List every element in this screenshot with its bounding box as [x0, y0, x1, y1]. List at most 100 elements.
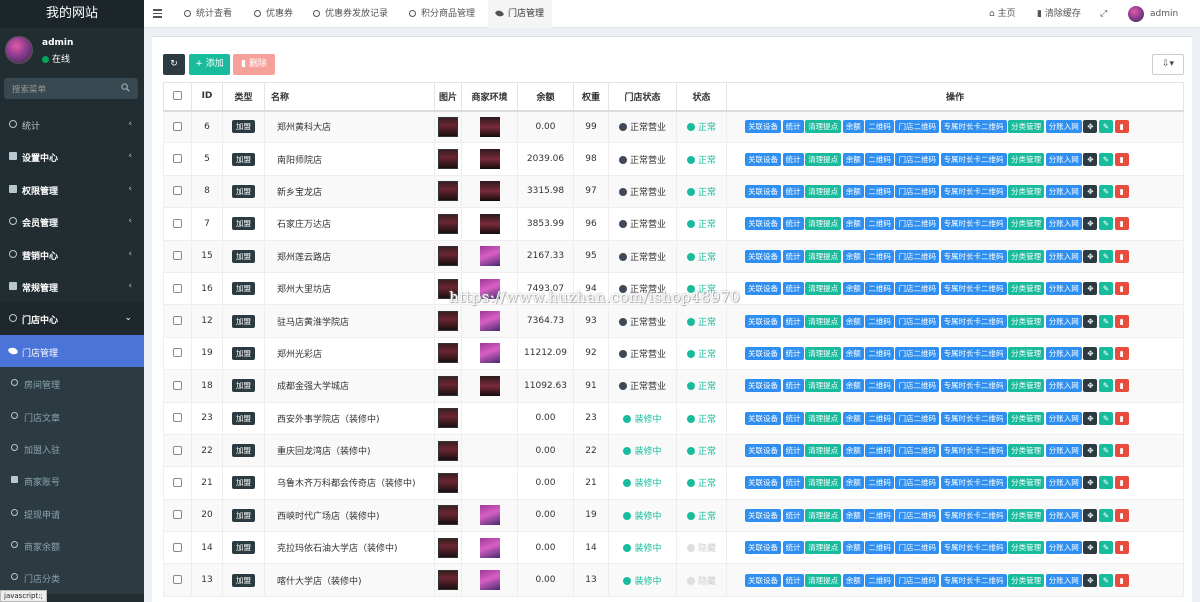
environment-thumbnail[interactable]	[479, 375, 500, 396]
table-row[interactable]: 6 加盟 郑州黄科大店 0.00 99 正常营业 正常 关联设备 统计 清理提点 余额 二维码 门店二维…	[163, 109, 1184, 144]
op-button[interactable]: 二维码	[865, 152, 894, 166]
sidebar-item-stats[interactable]: 统计 ‹	[0, 108, 144, 140]
column-header[interactable]: 权重	[573, 82, 609, 112]
op-button[interactable]: 分类管理	[1008, 120, 1045, 134]
op-button[interactable]: 分类管理	[1008, 541, 1045, 555]
tab-stats[interactable]: 统计查看	[184, 0, 232, 28]
op-button[interactable]: 关联设备	[745, 379, 781, 393]
store-thumbnail[interactable]	[438, 408, 458, 429]
table-row[interactable]: 22 加盟 重庆回龙湾店（装修中) 0.00 22 装修中 正常 关联设备 统计 清理提点 余额 二维…	[163, 433, 1184, 468]
op-button[interactable]: 关联设备	[745, 120, 781, 134]
op-button[interactable]: 分类管理	[1008, 184, 1045, 198]
op-button[interactable]: 二维码	[865, 217, 894, 231]
sidebar-item-settings[interactable]: 设置中心 ‹	[0, 140, 144, 172]
op-button[interactable]: 门店二维码	[895, 249, 939, 263]
move-icon[interactable]: ✥	[1083, 444, 1098, 458]
op-button[interactable]: 分类管理	[1008, 508, 1045, 522]
move-icon[interactable]: ✥	[1083, 217, 1098, 231]
store-thumbnail[interactable]	[438, 537, 458, 558]
op-button[interactable]: 统计	[782, 152, 804, 166]
op-button[interactable]: 分类管理	[1008, 411, 1045, 425]
store-thumbnail[interactable]	[438, 246, 458, 267]
op-button[interactable]: 统计	[782, 249, 804, 263]
op-button[interactable]: 专属时长卡二维码	[940, 249, 1007, 263]
op-button[interactable]: 二维码	[865, 184, 894, 198]
op-button[interactable]: 二维码	[865, 411, 894, 425]
op-button[interactable]: 关联设备	[745, 573, 781, 587]
op-button[interactable]: 分账入网	[1045, 314, 1082, 328]
op-button[interactable]: 关联设备	[745, 249, 781, 263]
op-button[interactable]: 余额	[842, 217, 864, 231]
op-button[interactable]: 门店二维码	[895, 476, 939, 490]
table-row[interactable]: 18 加盟 成都金强大学城店 11092.63 91 正常营业 正常 关联设备 统计 清理提点 余额…	[163, 369, 1184, 403]
move-icon[interactable]: ✥	[1083, 508, 1098, 522]
op-button[interactable]: 门店二维码	[895, 152, 939, 166]
edit-icon[interactable]: ✎	[1098, 184, 1113, 198]
environment-thumbnail[interactable]	[479, 246, 500, 267]
table-row[interactable]: 23 加盟 西安外事学院店（装修中) 0.00 23 装修中 正常 关联设备 统计 清理提点 余额二…	[163, 401, 1184, 435]
op-button[interactable]: 余额	[842, 249, 864, 263]
op-button[interactable]: 专属时长卡二维码	[940, 541, 1007, 555]
delete-row-icon[interactable]: ▮	[1114, 346, 1129, 360]
op-button[interactable]: 门店二维码	[895, 346, 939, 360]
clear-cache-button[interactable]: ▮ 清除缓存	[1037, 0, 1081, 28]
op-button[interactable]: 分账入网	[1045, 411, 1082, 425]
sidebar-toggle-icon[interactable]	[153, 9, 162, 18]
table-row[interactable]: 19 加盟 郑州光彩店 11212.09 92 正常营业 正常 关联设备 统计 清理提点 余额 二维码…	[163, 336, 1184, 371]
op-button[interactable]: 分类管理	[1008, 314, 1045, 328]
edit-icon[interactable]: ✎	[1098, 508, 1113, 522]
op-button[interactable]: 关联设备	[745, 444, 781, 458]
op-button[interactable]: 专属时长卡二维码	[940, 314, 1007, 328]
op-button[interactable]: 门店二维码	[895, 444, 939, 458]
store-thumbnail[interactable]	[438, 505, 458, 526]
op-button[interactable]: 清理提点	[805, 152, 842, 166]
op-button[interactable]: 清理提点	[805, 573, 842, 587]
environment-thumbnail[interactable]	[479, 311, 500, 332]
op-button[interactable]: 关联设备	[745, 217, 781, 231]
move-icon[interactable]: ✥	[1083, 314, 1098, 328]
op-button[interactable]: 分账入网	[1045, 282, 1082, 296]
op-button[interactable]: 专属时长卡二维码	[940, 476, 1007, 490]
row-checkbox[interactable]	[173, 186, 182, 196]
column-header[interactable]: 商家环境	[461, 82, 518, 112]
move-icon[interactable]: ✥	[1083, 282, 1098, 296]
tab-points-products[interactable]: 积分商品管理	[409, 0, 475, 28]
table-row[interactable]: 8 加盟 新乡宝龙店 3315.98 97 正常营业 正常 关联设备 统计 清理提点 余额 二维码 门店…	[163, 174, 1184, 209]
row-checkbox[interactable]	[173, 348, 182, 358]
op-button[interactable]: 分类管理	[1008, 444, 1045, 458]
sidebar-item-store-categories[interactable]: 门店分类	[0, 561, 144, 594]
delete-row-icon[interactable]: ▮	[1114, 508, 1129, 522]
home-link[interactable]: ⌂ 主页	[989, 0, 1016, 28]
op-button[interactable]: 关联设备	[745, 314, 781, 328]
op-button[interactable]: 分类管理	[1008, 379, 1045, 393]
tab-coupon-records[interactable]: 优惠券发放记录	[313, 0, 388, 28]
move-icon[interactable]: ✥	[1083, 541, 1098, 555]
environment-thumbnail[interactable]	[479, 181, 500, 202]
op-button[interactable]: 分账入网	[1045, 217, 1082, 231]
op-button[interactable]: 清理提点	[805, 508, 842, 522]
op-button[interactable]: 分账入网	[1045, 476, 1082, 490]
tab-coupons[interactable]: 优惠券	[254, 0, 293, 28]
move-icon[interactable]: ✥	[1083, 184, 1098, 198]
environment-thumbnail[interactable]	[479, 505, 500, 526]
op-button[interactable]: 专属时长卡二维码	[940, 282, 1007, 296]
op-button[interactable]: 二维码	[865, 346, 894, 360]
edit-icon[interactable]: ✎	[1098, 573, 1113, 587]
environment-thumbnail[interactable]	[479, 537, 500, 558]
edit-icon[interactable]: ✎	[1098, 379, 1113, 393]
op-button[interactable]: 清理提点	[805, 541, 842, 555]
edit-icon[interactable]: ✎	[1098, 314, 1113, 328]
op-button[interactable]: 分账入网	[1045, 120, 1082, 134]
op-button[interactable]: 余额	[842, 476, 864, 490]
op-button[interactable]: 清理提点	[805, 184, 842, 198]
op-button[interactable]: 清理提点	[805, 314, 842, 328]
column-header[interactable]: 门店状态	[608, 82, 677, 112]
op-button[interactable]: 门店二维码	[895, 217, 939, 231]
row-checkbox[interactable]	[173, 316, 182, 326]
column-header[interactable]: 状态	[676, 82, 727, 112]
op-button[interactable]: 分类管理	[1008, 152, 1045, 166]
edit-icon[interactable]: ✎	[1098, 444, 1113, 458]
search-icon[interactable]	[121, 83, 130, 92]
op-button[interactable]: 余额	[842, 282, 864, 296]
environment-thumbnail[interactable]	[479, 213, 500, 234]
